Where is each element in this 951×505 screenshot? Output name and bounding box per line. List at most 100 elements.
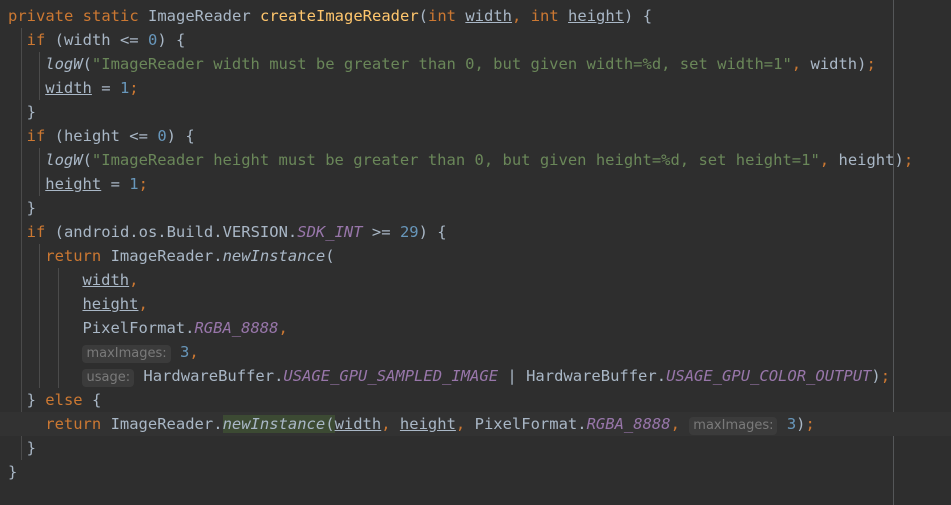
code-token: ) xyxy=(871,367,881,385)
code-token: return xyxy=(45,415,102,433)
code-token: | xyxy=(507,367,517,385)
code-line[interactable]: logW("ImageReader height must be greater… xyxy=(0,148,951,172)
code-line[interactable]: private static ImageReader createImageRe… xyxy=(0,4,951,28)
code-line[interactable]: } xyxy=(0,460,951,484)
code-token: 29 xyxy=(399,223,419,241)
code-token: height xyxy=(399,415,456,433)
code-token: { xyxy=(185,127,195,145)
code-token: RGBA_8888 xyxy=(194,319,279,337)
code-line[interactable]: if (height <= 0) { xyxy=(0,124,951,148)
code-token: newInstance xyxy=(222,415,326,433)
code-token: >= xyxy=(371,223,391,241)
code-token: ( xyxy=(82,151,92,169)
code-token: "ImageReader height must be greater than… xyxy=(91,151,820,169)
code-line[interactable]: usage: HardwareBuffer.USAGE_GPU_SAMPLED_… xyxy=(0,364,951,388)
code-token: { xyxy=(176,31,186,49)
code-token: ; xyxy=(903,151,914,169)
code-editor[interactable]: private static ImageReader createImageRe… xyxy=(0,0,951,505)
code-token: ) xyxy=(624,7,634,25)
code-token: logW xyxy=(45,151,83,169)
code-token: ; xyxy=(880,367,891,385)
code-token: "ImageReader width must be greater than … xyxy=(91,55,792,73)
code-token: newInstance xyxy=(222,247,326,265)
code-line[interactable]: width, xyxy=(0,268,951,292)
code-token: HardwareBuffer. xyxy=(143,367,284,385)
code-token: ) xyxy=(894,151,904,169)
code-line[interactable]: } xyxy=(0,196,951,220)
code-token: ) xyxy=(418,223,428,241)
code-token: , xyxy=(381,415,391,433)
code-token: } xyxy=(26,439,36,457)
code-token: 1 xyxy=(129,175,139,193)
code-token: ( xyxy=(325,247,335,265)
code-token: { xyxy=(642,7,653,25)
code-token: ; xyxy=(129,79,139,97)
code-token: ImageReader. xyxy=(101,247,223,265)
code-token: height xyxy=(63,127,120,145)
code-line[interactable]: maxImages: 3, xyxy=(0,340,951,364)
code-token: 3 xyxy=(180,343,190,361)
code-token: ) xyxy=(796,415,806,433)
code-token: ImageReader. xyxy=(101,415,223,433)
code-line[interactable]: width = 1; xyxy=(0,76,951,100)
code-token: <= xyxy=(119,31,139,49)
code-token: <= xyxy=(129,127,148,145)
parameter-hint-badge: maxImages: xyxy=(689,417,778,435)
code-line[interactable]: } else { xyxy=(0,388,951,412)
code-token: ( xyxy=(325,415,335,433)
code-token: ( xyxy=(82,55,92,73)
code-token: , xyxy=(819,151,830,169)
code-line[interactable]: return ImageReader.newInstance( xyxy=(0,244,951,268)
code-line[interactable]: height = 1; xyxy=(0,172,951,196)
code-text-area[interactable]: private static ImageReader createImageRe… xyxy=(0,4,951,484)
code-token: ( xyxy=(45,31,64,49)
code-line[interactable]: } xyxy=(0,436,951,460)
code-token: HardwareBuffer. xyxy=(526,367,667,385)
code-token: if xyxy=(26,223,46,241)
code-token: = xyxy=(110,175,120,193)
code-line[interactable]: PixelFormat.RGBA_8888, xyxy=(0,316,951,340)
code-token: , xyxy=(512,7,522,25)
code-token: } xyxy=(26,103,36,121)
code-token: ) xyxy=(857,55,867,73)
code-token: ; xyxy=(866,55,876,73)
code-token: USAGE_GPU_SAMPLED_IMAGE xyxy=(283,367,499,385)
code-line[interactable]: logW("ImageReader width must be greater … xyxy=(0,52,951,76)
code-token: PixelFormat. xyxy=(82,319,195,337)
code-line[interactable]: height, xyxy=(0,292,951,316)
code-line[interactable]: if (android.os.Build.VERSION.SDK_INT >= … xyxy=(0,220,951,244)
code-token: } xyxy=(26,199,36,217)
code-token: private xyxy=(8,7,74,25)
code-token: int xyxy=(530,7,559,25)
code-line[interactable]: } xyxy=(0,100,951,124)
code-token: return xyxy=(45,247,102,265)
code-token: , xyxy=(138,295,148,313)
code-line[interactable]: return ImageReader.newInstance(width, he… xyxy=(0,412,951,436)
code-token: ( xyxy=(418,7,428,25)
code-token: } xyxy=(26,391,36,409)
code-token: height xyxy=(568,7,625,25)
code-token: static xyxy=(82,7,139,25)
code-token: ; xyxy=(805,415,815,433)
code-token: , xyxy=(129,271,139,289)
code-token: width xyxy=(465,7,513,25)
code-token: , xyxy=(670,415,680,433)
code-token: 0 xyxy=(157,127,167,145)
code-line[interactable]: if (width <= 0) { xyxy=(0,28,951,52)
code-token: ImageReader xyxy=(148,7,251,25)
